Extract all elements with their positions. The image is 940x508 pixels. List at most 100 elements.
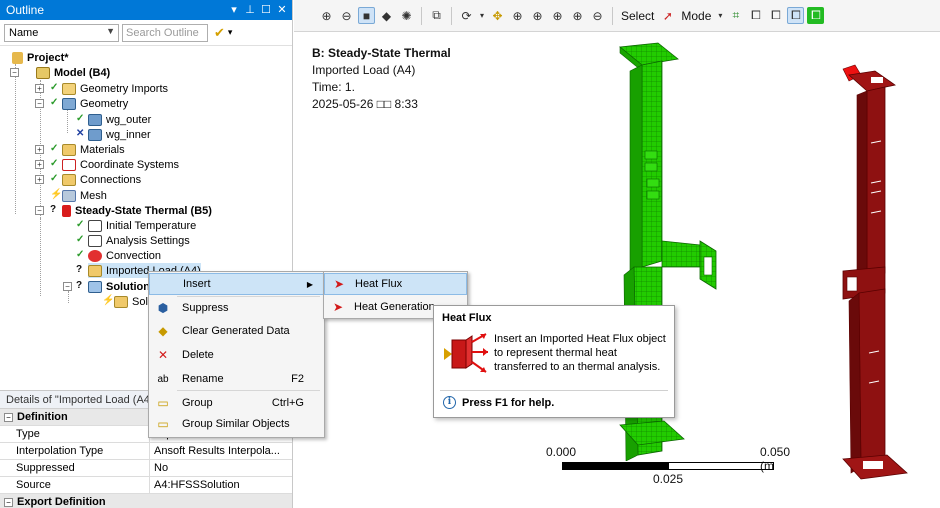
materials-icon xyxy=(62,143,76,156)
body-icon xyxy=(88,113,102,126)
check-status-icon: ✓ xyxy=(50,173,59,184)
tree-item-project[interactable]: Project* xyxy=(12,50,69,65)
expand-icon[interactable]: + xyxy=(35,145,44,154)
expand-icon[interactable]: + xyxy=(35,84,44,93)
menu-item-group-similar[interactable]: ▭ Group Similar Objects xyxy=(149,413,324,435)
group-icon: ▭ xyxy=(157,396,169,410)
tree-label: wg_outer xyxy=(106,113,152,126)
dropdown-icon[interactable]: ▾ xyxy=(478,7,486,24)
details-row[interactable]: Suppressed No xyxy=(0,460,292,477)
tree-item-wg-inner[interactable]: wg_inner xyxy=(88,127,151,142)
details-group-export[interactable]: − Export Definition xyxy=(0,494,292,508)
select-cursor-icon[interactable]: ➚ xyxy=(659,7,676,24)
select-vertex-icon[interactable]: ⌗ xyxy=(727,7,744,24)
question-status-icon: ? xyxy=(76,280,83,291)
info-icon: i xyxy=(443,396,456,409)
dropdown-icon[interactable]: ▾ xyxy=(716,7,724,24)
dock-icon[interactable]: ☐ xyxy=(260,2,272,16)
menu-item-group[interactable]: ▭ Group Ctrl+G xyxy=(149,392,324,414)
zoom-box-icon[interactable]: ⊕ xyxy=(529,7,546,24)
red-waveguide-model[interactable] xyxy=(839,63,939,503)
check-status-icon: ✓ xyxy=(50,158,59,169)
question-status-icon: ? xyxy=(76,264,83,275)
filter-check-icon[interactable]: ✔ xyxy=(214,25,225,41)
collapse-icon[interactable]: − xyxy=(4,498,13,507)
menu-item-delete[interactable]: ✕ Delete xyxy=(149,344,324,366)
tree-item-connections[interactable]: Connections xyxy=(62,172,141,187)
tree-item-geometry[interactable]: Geometry xyxy=(62,96,128,111)
display-options-icon[interactable]: ✺ xyxy=(398,7,415,24)
menu-shortcut: F2 xyxy=(291,373,304,385)
tree-item-wg-outer[interactable]: wg_outer xyxy=(88,112,151,127)
tree-label: wg_inner xyxy=(106,128,151,141)
tree-item-mesh[interactable]: Mesh xyxy=(62,188,107,203)
details-value[interactable]: Ansoft Results Interpola... xyxy=(150,443,292,459)
collapse-icon[interactable]: − xyxy=(35,99,44,108)
pin-icon[interactable]: ⊥ xyxy=(244,2,256,16)
tree-item-model[interactable]: Model (B4) xyxy=(36,65,110,80)
magnifier-icon[interactable]: ⊖ xyxy=(589,7,606,24)
select-label[interactable]: Select xyxy=(619,9,656,23)
submenu-item-heat-flux[interactable]: ➤ Heat Flux xyxy=(324,273,467,295)
zoom-to-fit-icon[interactable]: ⊕ xyxy=(569,7,586,24)
menu-item-insert[interactable]: Insert ▶ xyxy=(149,273,324,295)
scale-mid-label: 0.025 xyxy=(653,472,684,486)
imported-load-icon xyxy=(88,264,102,277)
viewport-info: B: Steady-State Thermal Imported Load (A… xyxy=(312,45,451,113)
details-key: Type xyxy=(0,426,150,442)
tree-item-analysis-settings[interactable]: Analysis Settings xyxy=(88,233,190,248)
zoom-icon[interactable]: ⊕ xyxy=(509,7,526,24)
details-value[interactable]: A4:HFSSSolution xyxy=(150,477,292,493)
collapse-icon[interactable]: − xyxy=(4,413,13,422)
heat-generation-icon: ➤ xyxy=(332,300,344,314)
check-status-icon: ✓ xyxy=(76,113,85,124)
check-status-icon: ✓ xyxy=(50,143,59,154)
details-row[interactable]: Interpolation Type Ansoft Results Interpo… xyxy=(0,443,292,460)
select-edge-icon[interactable]: ⧠ xyxy=(747,7,764,24)
select-box-icon[interactable]: ⧉ xyxy=(428,7,445,24)
tree-item-geometry-imports[interactable]: Geometry Imports xyxy=(62,81,168,96)
tree-item-convection[interactable]: Convection xyxy=(88,248,161,263)
thermal-icon xyxy=(62,204,71,217)
menu-item-clear-generated-data[interactable]: ◆ Clear Generated Data xyxy=(149,320,324,342)
zoom-out-icon[interactable]: ⊖ xyxy=(338,7,355,24)
lightning-status-icon: ⚡ xyxy=(50,189,63,200)
tree-item-steady-state-thermal[interactable]: Steady-State Thermal (B5) xyxy=(62,203,212,218)
tree-item-initial-temperature[interactable]: Initial Temperature xyxy=(88,218,196,233)
rotate-icon[interactable]: ⟳ xyxy=(458,7,475,24)
select-body-icon[interactable]: ⧠ xyxy=(787,7,805,24)
filter-combo[interactable]: Name ▼ xyxy=(4,23,119,42)
expand-icon[interactable]: + xyxy=(35,160,44,169)
collapse-icon[interactable]: − xyxy=(35,206,44,215)
tree-item-materials[interactable]: Materials xyxy=(62,142,125,157)
zoom-in-icon[interactable]: ⊕ xyxy=(318,7,335,24)
search-outline-input[interactable]: Search Outline xyxy=(122,23,208,42)
heat-flux-tooltip: Heat Flux Insert an Imported Heat Flux o… xyxy=(433,305,675,418)
details-key: Source xyxy=(0,477,150,493)
wireframe-view-icon[interactable]: ◆ xyxy=(378,7,395,24)
details-value[interactable]: No xyxy=(150,460,292,476)
menu-item-rename[interactable]: ab Rename F2 xyxy=(149,368,324,390)
pin-icon[interactable]: ▾ xyxy=(228,2,240,16)
clear-data-icon: ◆ xyxy=(158,324,168,338)
geometry-imports-icon xyxy=(62,82,76,95)
expand-icon[interactable]: + xyxy=(35,175,44,184)
delete-icon: ✕ xyxy=(157,348,169,362)
check-status-icon: ✓ xyxy=(50,82,59,93)
zoom-fit-icon[interactable]: ⊕ xyxy=(549,7,566,24)
dropdown-icon[interactable]: ▾ xyxy=(228,27,233,38)
collapse-icon[interactable]: − xyxy=(63,282,72,291)
close-icon[interactable]: ✕ xyxy=(276,2,288,16)
mode-label[interactable]: Mode xyxy=(679,9,713,23)
select-face-icon[interactable]: ⧠ xyxy=(767,7,784,24)
menu-label: Suppress xyxy=(182,302,229,314)
menu-label: Group Similar Objects xyxy=(182,418,290,430)
details-row[interactable]: Source A4:HFSSSolution xyxy=(0,477,292,494)
shaded-view-icon[interactable]: ■ xyxy=(358,7,375,24)
question-status-icon: ? xyxy=(50,204,57,215)
select-element-icon[interactable]: ⧠ xyxy=(807,7,825,24)
tree-item-coordinate-systems[interactable]: Coordinate Systems xyxy=(62,157,179,172)
pan-icon[interactable]: ✥ xyxy=(489,7,506,24)
collapse-icon[interactable]: − xyxy=(10,68,19,77)
menu-item-suppress[interactable]: ⬢ Suppress xyxy=(149,297,324,319)
